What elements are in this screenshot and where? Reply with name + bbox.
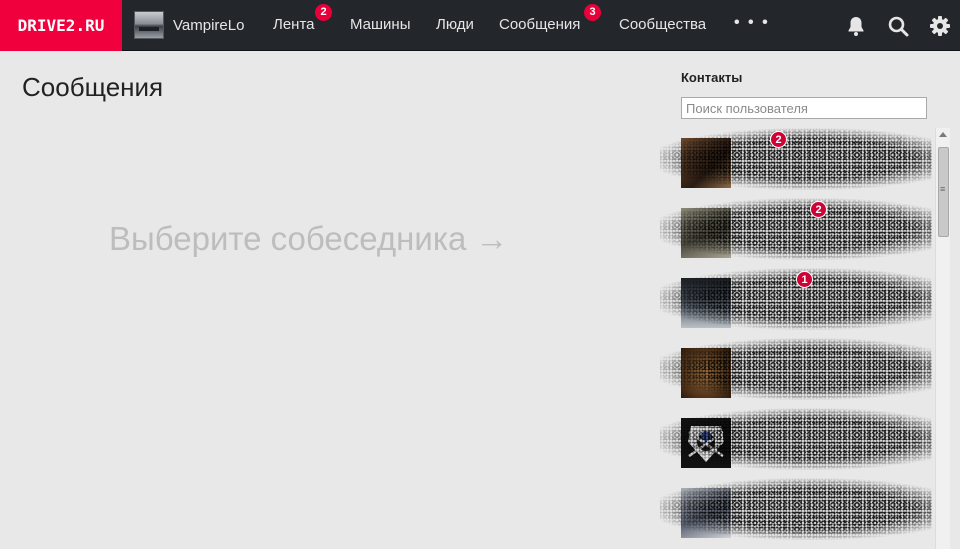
user-car-avatar[interactable] [134,11,164,39]
unread-badge: 2 [810,201,827,218]
contacts-scrollbar[interactable] [935,128,950,549]
current-user[interactable]: VampireLo [134,10,244,40]
nav-cars[interactable]: Машины [350,16,410,33]
contact-item[interactable]: × [660,408,932,470]
contact-list: 2 × 2 × 1 × × × × [660,128,932,549]
select-conversation-prompt: Выберите собеседника → [109,220,509,257]
contact-avatar[interactable] [681,348,731,398]
remove-contact-button[interactable]: × [896,482,903,496]
feed-badge: 2 [315,4,332,21]
nav-feed[interactable]: Лента [273,16,315,33]
remove-contact-button[interactable]: × [896,412,903,426]
remove-contact-button[interactable]: × [896,272,903,286]
contact-avatar[interactable] [681,488,731,538]
page-title: Сообщения [22,72,164,102]
nav-communities[interactable]: Сообщества [619,16,706,33]
unread-badge: 2 [770,131,787,148]
unread-badge: 1 [796,271,813,288]
contact-avatar[interactable] [681,278,731,328]
messages-badge: 3 [584,4,601,21]
contact-item[interactable]: 2 × [660,128,932,190]
remove-contact-button[interactable]: × [896,202,903,216]
contact-avatar[interactable] [681,418,731,468]
gear-icon[interactable] [928,14,952,38]
more-menu-button[interactable]: • • • [734,14,770,32]
contact-avatar[interactable] [681,138,731,188]
bell-icon[interactable] [844,14,868,38]
contact-item[interactable]: × [660,478,932,540]
contact-item[interactable]: 2 × [660,198,932,260]
nav-messages[interactable]: Сообщения [499,16,580,33]
remove-contact-button[interactable]: × [896,342,903,356]
contacts-search-input[interactable] [681,97,927,119]
contacts-heading: Контакты [681,70,743,85]
remove-contact-button[interactable]: × [896,132,903,146]
user-name[interactable]: VampireLo [173,17,244,34]
top-navigation-bar: DRIVE2.RU VampireLo Лента 2 Машины Люди … [0,0,960,51]
skull-logo-icon [681,418,731,468]
search-icon[interactable] [886,14,910,38]
contact-item[interactable]: 1 × [660,268,932,330]
contact-item[interactable]: × [660,338,932,400]
drive2-logo[interactable]: DRIVE2.RU [0,0,122,51]
scrollbar-thumb[interactable] [938,147,949,237]
scroll-up-arrow-icon[interactable] [939,132,947,137]
contact-avatar[interactable] [681,208,731,258]
nav-people[interactable]: Люди [436,16,474,33]
